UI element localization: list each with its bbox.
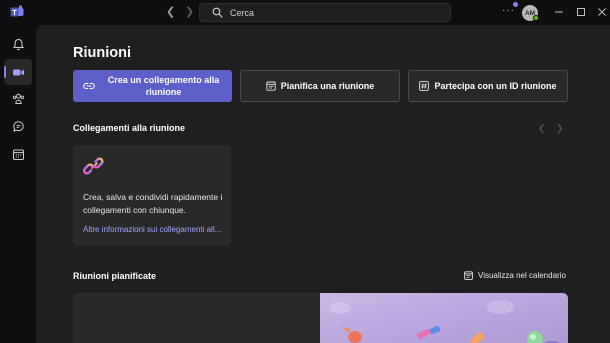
search-input[interactable] [230, 5, 440, 20]
carousel-next-icon[interactable]: ❯ [556, 123, 564, 134]
search-icon [212, 7, 223, 18]
link-illustration-icon [83, 157, 104, 175]
bell-icon [12, 38, 24, 50]
people-icon [12, 93, 24, 104]
minimize-icon[interactable] [553, 6, 565, 18]
schedule-meeting-label: Pianifica una riunione [280, 81, 375, 91]
meeting-link-card: Crea, salva e condividi rapidamente i co… [73, 145, 231, 246]
hashtag-icon [419, 81, 430, 91]
forward-icon[interactable]: ❯ [185, 6, 194, 18]
view-in-calendar-label: Visualizza nel calendario [478, 271, 566, 280]
learn-more-link[interactable]: Altre informazioni sui collegamenti all.… [83, 225, 225, 234]
rail-item-activity[interactable] [4, 31, 32, 57]
create-meeting-link-label: Crea un collegamento alla riunione [107, 75, 220, 97]
card-description: Crea, salva e condividi rapidamente i co… [83, 192, 223, 215]
chat-icon [12, 120, 24, 132]
page-title: Riunioni [73, 45, 131, 61]
back-icon[interactable]: ❮ [166, 6, 175, 18]
video-icon [12, 69, 24, 75]
more-options-icon[interactable]: ··· [502, 5, 515, 16]
scheduled-meetings-list [73, 293, 320, 343]
calendar-small-icon [464, 271, 473, 280]
scheduled-meetings-panel [73, 293, 568, 343]
close-icon[interactable] [596, 6, 608, 18]
carousel-prev-icon[interactable]: ❮ [538, 123, 546, 134]
title-bar: ❮ ❯ ··· AM [0, 0, 610, 25]
rail-item-community[interactable] [4, 85, 32, 111]
scheduled-meetings-heading: Riunioni pianificate [73, 271, 157, 281]
view-in-calendar-link[interactable]: Visualizza nel calendario [464, 271, 566, 280]
maximize-icon[interactable] [575, 6, 587, 18]
calendar-icon [12, 149, 24, 160]
link-icon [83, 82, 95, 90]
teams-logo-icon [10, 5, 24, 17]
app-rail [0, 25, 36, 343]
search-box[interactable] [199, 3, 451, 22]
meetings-illustration [320, 293, 568, 343]
calendar-schedule-icon [266, 81, 276, 91]
create-meeting-link-button[interactable]: Crea un collegamento alla riunione [73, 70, 232, 102]
notification-dot [513, 2, 518, 7]
join-with-id-button[interactable]: Partecipa con un ID riunione [408, 70, 568, 102]
presence-status-icon [533, 15, 539, 21]
meeting-links-heading: Collegamenti alla riunione [73, 123, 186, 133]
join-with-id-label: Partecipa con un ID riunione [434, 81, 557, 91]
rail-item-meetings[interactable] [4, 59, 32, 85]
meetings-page: Riunioni Crea un collegamento alla riuni… [36, 25, 610, 343]
rail-item-calendar[interactable] [4, 141, 32, 167]
active-indicator [4, 66, 6, 78]
schedule-meeting-button[interactable]: Pianifica una riunione [240, 70, 400, 102]
rail-item-chat[interactable] [4, 113, 32, 139]
